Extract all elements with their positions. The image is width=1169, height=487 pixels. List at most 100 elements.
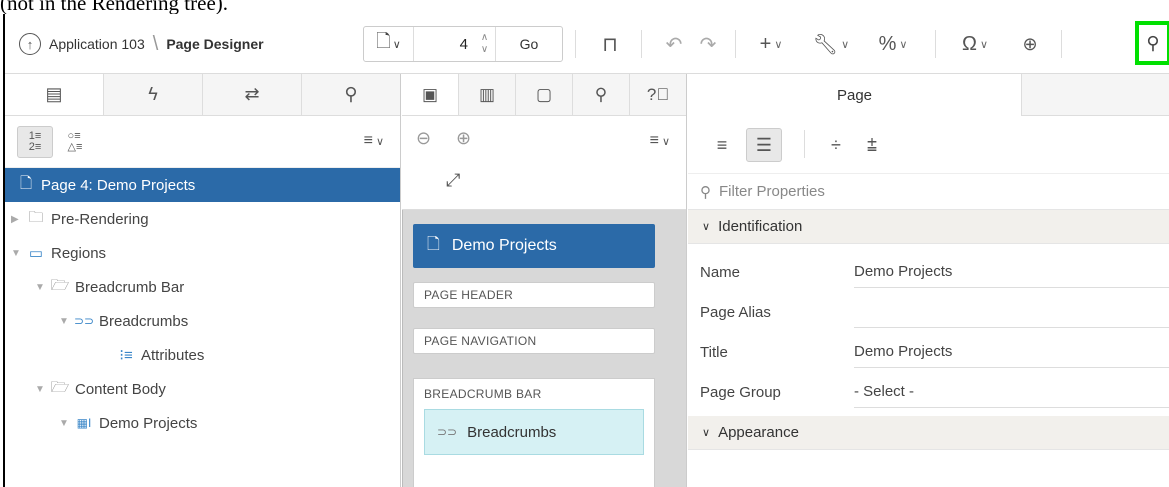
page-group-select[interactable]: - Select - xyxy=(854,376,1169,408)
slot-label: BREADCRUMB BAR xyxy=(424,387,542,401)
divider xyxy=(935,30,936,58)
document-icon: 🗋 xyxy=(376,31,391,51)
numbered-list-icon: 1≡ 2≡ xyxy=(28,130,42,153)
comments-icon[interactable]: ⊕ xyxy=(1015,28,1045,60)
zoom-in-icon[interactable]: ⊕ xyxy=(456,128,471,149)
application-link[interactable]: Application 103 xyxy=(49,36,145,52)
shared-components-menu-button[interactable]: % ∨ xyxy=(871,28,915,60)
search-icon: ⚲ xyxy=(700,183,711,201)
filter-properties[interactable]: ⚲ Filter Properties xyxy=(688,174,1169,210)
chevron-down-icon: ∨ xyxy=(899,38,908,51)
section-identification[interactable]: ∨ Identification xyxy=(688,210,1169,244)
property-label: Name xyxy=(700,263,741,281)
view-by-region-button[interactable]: 1≡ 2≡ xyxy=(17,126,53,158)
divider xyxy=(575,30,576,58)
chevron-down-icon: ∨ xyxy=(661,136,670,148)
collapse-icon[interactable]: ▼ xyxy=(5,316,73,327)
tree-node-regions[interactable]: ▼ ▭ Regions xyxy=(5,236,400,270)
message-icon: ▢ xyxy=(535,84,553,104)
chevron-down-icon[interactable]: ∨ xyxy=(481,44,488,56)
tree-node-label: Demo Projects xyxy=(99,414,198,432)
search-tab[interactable]: ⚲ xyxy=(573,74,630,115)
section-appearance[interactable]: ∨ Appearance xyxy=(688,416,1169,450)
tree-node-attributes[interactable]: ⁝≡ Attributes xyxy=(5,338,400,372)
redo-icon[interactable]: ↷ xyxy=(695,28,721,60)
show-all-button[interactable]: ☰ xyxy=(746,128,782,162)
tree-node-page[interactable]: 🗋 Page 4: Demo Projects xyxy=(5,168,400,202)
chevron-up-icon[interactable]: ∧ xyxy=(481,32,488,44)
collapse-icon[interactable]: ▼ xyxy=(5,384,49,395)
report-icon: ▦Ι xyxy=(76,416,92,430)
slot-page-header[interactable]: PAGE HEADER xyxy=(413,282,655,308)
expand-icon: ⩲ xyxy=(866,134,878,155)
rendering-tab[interactable]: ▤ xyxy=(5,74,104,115)
breadcrumb-separator: \ xyxy=(152,32,159,55)
lightning-icon: ϟ xyxy=(148,84,158,104)
property-label: Title xyxy=(700,343,728,361)
show-common-button[interactable]: ≡ xyxy=(704,128,740,162)
team-development-menu-button[interactable]: Ω ∨ xyxy=(951,28,999,60)
tree-node-breadcrumb-bar[interactable]: ▼ 🗁 Breadcrumb Bar xyxy=(5,270,400,304)
shared-components-button[interactable]: ⚲ xyxy=(1135,21,1169,65)
plus-icon: + xyxy=(759,32,772,55)
grid-layout-tab[interactable]: ▣ xyxy=(402,74,459,115)
property-editor-panel: Page ≡ ☰ ÷ ⩲ ⚲ Filter Properties ∨ Ident… xyxy=(688,74,1169,487)
gallery-tab[interactable]: ▥ xyxy=(459,74,516,115)
filter-input[interactable]: Filter Properties xyxy=(719,183,825,200)
utilities-menu-button[interactable]: 🔧︎ ∨ xyxy=(809,28,853,60)
slot-breadcrumb-bar[interactable]: BREADCRUMB BAR ⊃⊃ Breadcrumbs xyxy=(413,378,655,487)
collapse-icon: ÷ xyxy=(831,134,841,155)
add-menu-button[interactable]: + ∨ xyxy=(749,28,793,60)
name-field[interactable]: Demo Projects xyxy=(854,256,1169,288)
zoom-out-icon[interactable]: ⊖ xyxy=(416,128,431,149)
expand-all-button[interactable]: ⩲ xyxy=(854,128,890,162)
breadcrumb: ↑ Application 103 \ Page Designer xyxy=(19,30,264,58)
tree-node-content-body[interactable]: ▼ 🗁 Content Body xyxy=(5,372,400,406)
expand-icon[interactable]: ⤢ xyxy=(446,170,460,191)
page-layout-header[interactable]: 🗋 Demo Projects xyxy=(413,224,655,268)
grid-layout-icon: ▣ xyxy=(421,84,439,104)
shapes-icon: ⚲ xyxy=(1146,32,1160,53)
shapes-icon: ⚲ xyxy=(344,84,358,104)
toolbar: ↑ Application 103 \ Page Designer 🗋 ∨ 4 ∧… xyxy=(5,14,1169,74)
menu-icon: ≡ xyxy=(363,132,373,149)
tree-menu-button[interactable]: ≡ ∨ xyxy=(364,132,384,150)
processing-tab[interactable]: ⇄ xyxy=(203,74,302,115)
go-button[interactable]: Go xyxy=(496,36,562,52)
page-number-stepper[interactable]: ∧ ∨ xyxy=(474,27,496,61)
collapse-icon[interactable]: ▼ xyxy=(5,248,25,259)
chevron-down-icon: ∨ xyxy=(841,38,850,51)
tree-node-label: Content Body xyxy=(75,380,166,398)
shape-list-icon: ○≡ △≡ xyxy=(67,130,83,153)
tree-node-demo-projects[interactable]: ▼ ▦Ι Demo Projects xyxy=(5,406,400,440)
tree-node-label: Regions xyxy=(51,244,107,262)
messages-tab[interactable]: ▢ xyxy=(516,74,573,115)
layout-canvas: 🗋 Demo Projects PAGE HEADER PAGE NAVIGAT… xyxy=(402,210,686,487)
page-layout-title: Demo Projects xyxy=(451,237,557,254)
tree-node-breadcrumbs[interactable]: ▼ ⊃⊃ Breadcrumbs xyxy=(5,304,400,338)
tab-page[interactable]: Page xyxy=(688,74,1022,116)
title-field[interactable]: Demo Projects xyxy=(854,336,1169,368)
page-number-input[interactable]: 4 xyxy=(414,36,474,53)
slot-page-navigation[interactable]: PAGE NAVIGATION xyxy=(413,328,655,354)
dynamic-actions-tab[interactable]: ϟ xyxy=(104,74,203,115)
page-finder-button[interactable]: 🗋 ∨ xyxy=(364,27,414,61)
unlock-icon[interactable]: ⊓ xyxy=(595,28,625,60)
help-icon: ?⃝ xyxy=(646,84,670,104)
help-tab[interactable]: ?⃝ xyxy=(630,74,686,115)
page-alias-field[interactable] xyxy=(854,296,1169,328)
layout-menu-button[interactable]: ≡ ∨ xyxy=(650,132,670,150)
arrow-up-circle-icon[interactable]: ↑ xyxy=(19,33,41,55)
view-by-component-button[interactable]: ○≡ △≡ xyxy=(57,126,93,158)
expand-icon[interactable]: ▶ xyxy=(5,214,25,225)
property-label: Page Group xyxy=(700,383,781,401)
divider xyxy=(804,130,805,158)
shared-components-tab[interactable]: ⚲ xyxy=(302,74,400,115)
undo-icon[interactable]: ↶ xyxy=(661,28,687,60)
collapse-icon[interactable]: ▼ xyxy=(5,418,73,429)
collapse-icon[interactable]: ▼ xyxy=(5,282,49,293)
tools-icon: % xyxy=(878,32,897,55)
tree-node-pre-rendering[interactable]: ▶ 🗀 Pre-Rendering xyxy=(5,202,400,236)
collapse-all-button[interactable]: ÷ xyxy=(818,128,854,162)
breadcrumbs-region[interactable]: ⊃⊃ Breadcrumbs xyxy=(424,409,644,455)
